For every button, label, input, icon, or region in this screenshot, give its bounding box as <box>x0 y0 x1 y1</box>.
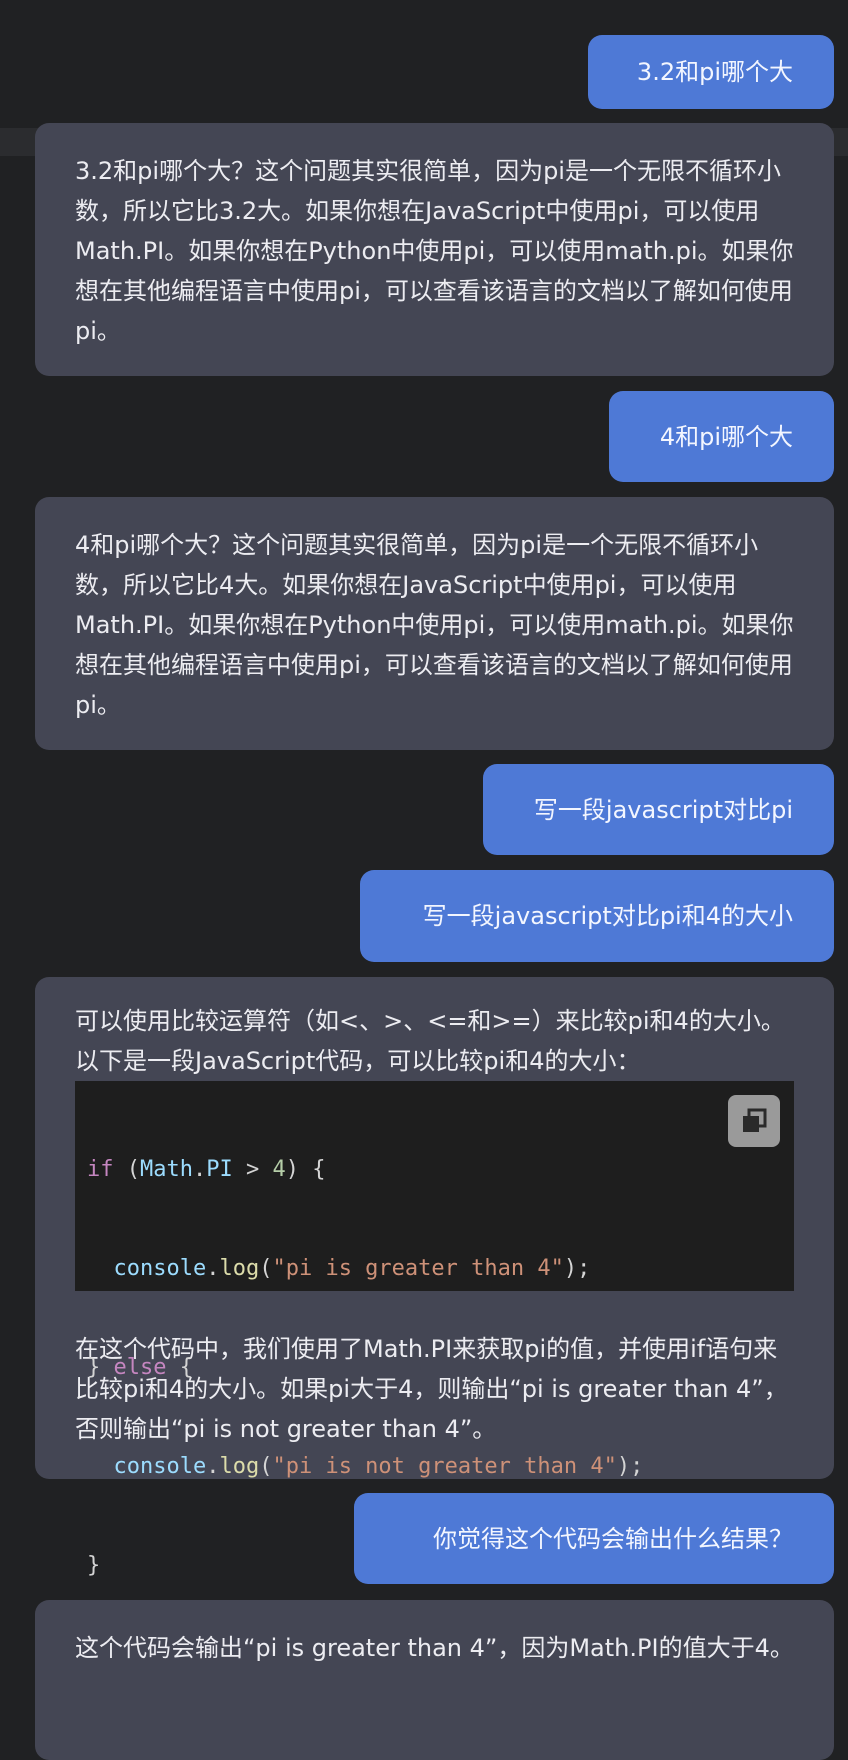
assistant-message-intro: 可以使用比较运算符（如<、>、<=和>=）来比较pi和4的大小。以下是一段Jav… <box>75 1007 785 1075</box>
copy-code-button[interactable] <box>728 1095 780 1147</box>
code-block: if (Math.PI > 4) { console.log("pi is gr… <box>75 1081 794 1578</box>
code-line: console.log("pi is greater than 4"); <box>113 1256 591 1281</box>
assistant-message-text: 4和pi哪个大？这个问题其实很简单，因为pi是一个无限不循环小数，所以它比4大。… <box>75 531 794 719</box>
user-message-text: 4和pi哪个大 <box>659 422 793 451</box>
user-message-text: 写一段javascript对比pi <box>533 795 793 824</box>
assistant-message-text: 这个代码会输出“pi is greater than 4”，因为Math.PI的… <box>75 1634 794 1662</box>
code-line: if (Math.PI > 4) { <box>87 1157 326 1182</box>
assistant-message-text: 3.2和pi哪个大？这个问题其实很简单，因为pi是一个无限不循环小数，所以它比3… <box>75 157 794 345</box>
assistant-message: 3.2和pi哪个大？这个问题其实很简单，因为pi是一个无限不循环小数，所以它比3… <box>35 123 834 376</box>
copy-icon <box>743 1108 767 1132</box>
user-message: 3.2和pi哪个大 <box>588 35 834 109</box>
code-line: } else { <box>87 1355 193 1380</box>
user-message-text: 写一段javascript对比pi和4的大小 <box>422 902 793 930</box>
user-message: 4和pi哪个大 <box>609 391 834 482</box>
user-message-text: 3.2和pi哪个大 <box>636 58 793 86</box>
assistant-message: 这个代码会输出“pi is greater than 4”，因为Math.PI的… <box>35 1600 834 1760</box>
user-message-text: 你觉得这个代码会输出什么结果？ <box>433 1524 793 1553</box>
assistant-message: 可以使用比较运算符（如<、>、<=和>=）来比较pi和4的大小。以下是一段Jav… <box>35 977 834 1578</box>
code-line: console.log("pi is not greater than 4"); <box>113 1454 644 1479</box>
user-message: 写一段javascript对比pi <box>483 764 834 855</box>
assistant-message: 4和pi哪个大？这个问题其实很简单，因为pi是一个无限不循环小数，所以它比4大。… <box>35 497 834 750</box>
user-message: 写一段javascript对比pi和4的大小 <box>360 870 834 962</box>
user-message: 你觉得这个代码会输出什么结果？ <box>354 1493 834 1584</box>
